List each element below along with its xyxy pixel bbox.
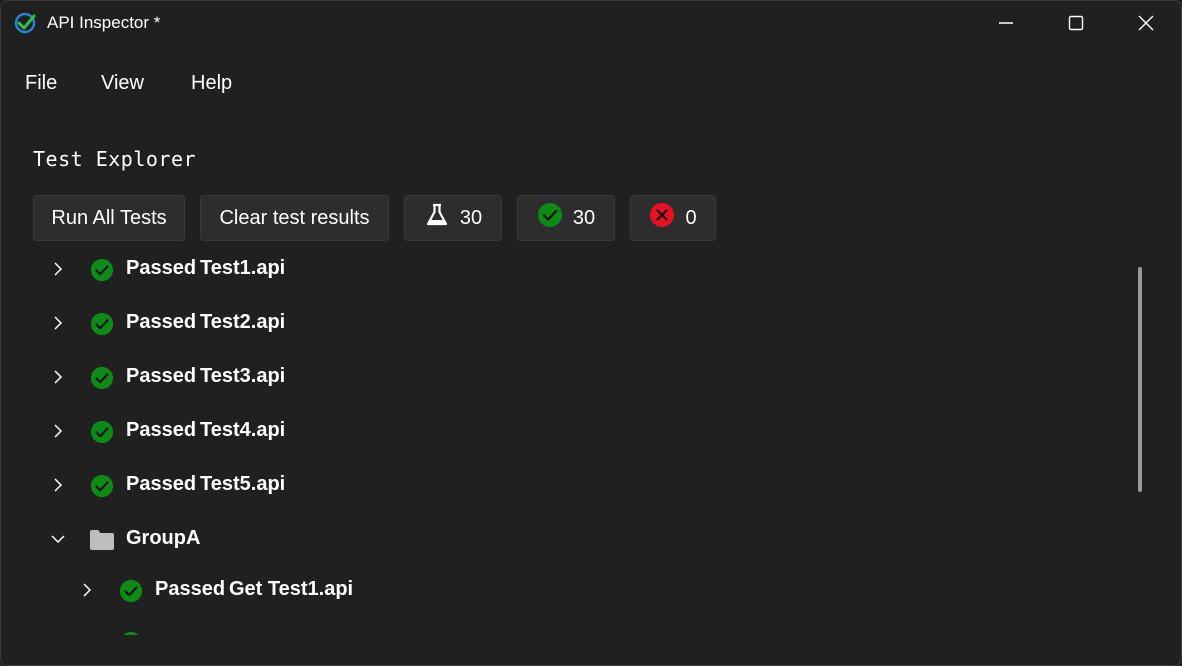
folder-icon <box>89 528 114 552</box>
pass-icon <box>537 202 563 234</box>
failed-tests-count: 0 <box>685 206 697 229</box>
chevron-down-icon[interactable] <box>50 531 66 547</box>
chevron-right-icon[interactable] <box>50 369 66 385</box>
menu-file[interactable]: File <box>17 63 65 103</box>
vertical-scrollbar[interactable] <box>1138 267 1142 492</box>
maximize-icon <box>1068 15 1084 31</box>
close-button[interactable] <box>1111 1 1181 45</box>
flask-icon <box>424 202 450 234</box>
tree-item-name: Test2.api <box>200 311 286 333</box>
tree-item[interactable]: Passed Get Test1.api <box>1 564 1131 618</box>
fail-icon <box>649 202 675 234</box>
chevron-right-icon[interactable] <box>50 261 66 277</box>
tree-item-name: Get Test1.api <box>229 578 354 600</box>
tree-item[interactable]: Passed Test2.api <box>1 297 1131 351</box>
minimize-button[interactable] <box>971 1 1041 45</box>
tree-item-status: Passed <box>155 578 226 600</box>
app-logo-icon <box>13 11 37 35</box>
tree-group-name: GroupA <box>126 527 201 549</box>
tree-item[interactable]: Passed Test5.api <box>1 459 1131 513</box>
app-window: API Inspector * File View Help Test Expl… <box>0 0 1182 666</box>
tree-item[interactable]: Passed Test3.api <box>1 351 1131 405</box>
chevron-right-icon[interactable] <box>79 582 95 598</box>
tree-item-status: Passed <box>126 419 197 441</box>
tree-item-name: Test5.api <box>200 473 286 495</box>
menu-help[interactable]: Help <box>183 63 240 103</box>
close-icon <box>1138 15 1154 31</box>
passed-tests-count: 30 <box>572 206 596 229</box>
chevron-right-icon[interactable] <box>50 315 66 331</box>
tree-item-name: Test4.api <box>200 419 286 441</box>
tree-item-name: Test1.api <box>200 257 286 279</box>
window-title: API Inspector * <box>47 13 161 32</box>
clipped-tree-item <box>119 631 143 635</box>
passed-tests-filter[interactable]: 30 <box>517 195 615 241</box>
tree-item-name: Test3.api <box>200 365 286 387</box>
total-tests-filter[interactable]: 30 <box>404 195 502 241</box>
tree-item[interactable]: Passed Test4.api <box>1 405 1131 459</box>
tree-item-status: Passed <box>126 365 197 387</box>
passed-check-icon <box>90 312 114 336</box>
passed-check-icon <box>119 579 143 603</box>
tree-item-status: Passed <box>126 257 197 279</box>
maximize-button[interactable] <box>1041 1 1111 45</box>
menu-view[interactable]: View <box>93 63 152 103</box>
passed-check-icon <box>90 474 114 498</box>
tree-item-status: Passed <box>126 473 197 495</box>
run-all-tests-label: Run All Tests <box>51 206 167 229</box>
failed-tests-filter[interactable]: 0 <box>630 195 716 241</box>
title-bar[interactable]: API Inspector * <box>1 1 1181 45</box>
tree-group[interactable]: GroupA <box>1 513 1131 567</box>
clear-test-results-label: Clear test results <box>219 206 370 229</box>
tree-item-status: Passed <box>126 311 197 333</box>
passed-check-icon <box>90 366 114 390</box>
run-all-tests-button[interactable]: Run All Tests <box>33 195 185 241</box>
clear-test-results-button[interactable]: Clear test results <box>200 195 389 241</box>
chevron-right-icon[interactable] <box>50 423 66 439</box>
passed-check-icon <box>90 420 114 444</box>
passed-check-icon <box>90 258 114 282</box>
test-explorer-title: Test Explorer <box>33 147 197 171</box>
total-tests-count: 30 <box>459 206 483 229</box>
chevron-right-icon[interactable] <box>50 477 66 493</box>
minimize-icon <box>998 15 1014 31</box>
tree-item[interactable]: Passed Test1.api <box>1 243 1131 297</box>
